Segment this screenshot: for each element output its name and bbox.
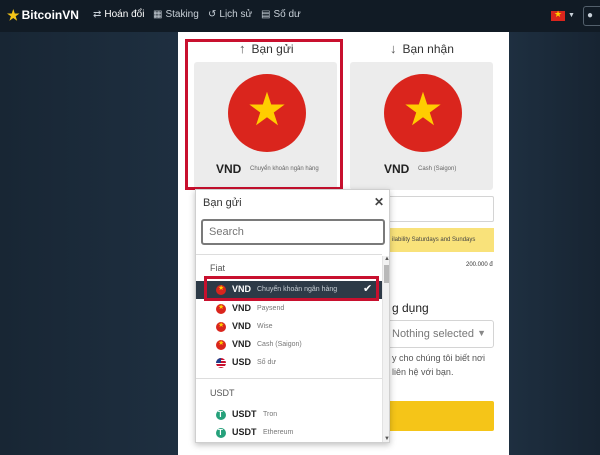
arrow-down-icon: ↓ xyxy=(390,41,397,56)
selected-item-outline xyxy=(204,276,379,301)
nav-balance-label: Số dư xyxy=(273,9,301,20)
logo-text: BitcoinVN xyxy=(21,8,79,22)
chevron-down-icon: ▼ xyxy=(477,328,486,338)
close-icon[interactable]: ✕ xyxy=(374,195,384,209)
contact-select[interactable]: Nothing selected ▼ xyxy=(386,320,494,348)
min-amount: 200.000 đ xyxy=(466,262,493,268)
item-code: VND xyxy=(232,339,252,349)
logo-star-icon: ★ xyxy=(7,7,20,23)
receive-currency-selector[interactable]: ★ VND Cash (Saigon) xyxy=(350,62,493,190)
receive-method: Cash (Saigon) xyxy=(418,166,457,172)
list-item[interactable]: VND Wise xyxy=(196,318,382,336)
top-nav: ★ BitcoinVN ⇄ Hoán đổi ▦ Staking ↺ Lịch … xyxy=(0,0,600,32)
help-text: y cho chúng tôi biết nơi liên hệ với bạn… xyxy=(392,351,502,379)
list-item[interactable]: USDT Tron xyxy=(196,406,382,424)
item-code: USD xyxy=(232,357,252,367)
item-method: Tron xyxy=(263,411,278,418)
user-icon: ● xyxy=(587,10,594,21)
receive-title: Bạn nhận xyxy=(402,41,454,56)
usa-flag-icon xyxy=(216,358,226,368)
divider xyxy=(196,254,382,255)
currency-dropdown: Bạn gửi ✕ Fiat VND Chuyển khoản ngân hàn… xyxy=(195,189,390,443)
vietnam-flag-icon xyxy=(216,321,226,332)
nav-balance[interactable]: ▤ Số dư xyxy=(261,9,301,20)
wallet-icon: ▤ xyxy=(261,9,271,20)
nav-staking-label: Staking xyxy=(165,9,199,20)
chevron-down-icon[interactable]: ▼ xyxy=(568,12,575,19)
nav-swap-label: Hoán đổi xyxy=(104,9,145,20)
receive-currency-code: VND xyxy=(384,162,410,176)
item-code: USDT xyxy=(232,427,257,437)
background-left xyxy=(0,32,178,455)
divider xyxy=(196,378,382,379)
item-method: Cash (Saigon) xyxy=(257,341,302,348)
item-code: VND xyxy=(232,303,252,313)
select-value: Nothing selected xyxy=(392,328,474,340)
item-method: Paysend xyxy=(257,305,285,312)
account-button[interactable]: ● xyxy=(583,6,600,26)
dropdown-title: Bạn gửi xyxy=(203,197,242,209)
item-method: Wise xyxy=(257,323,273,330)
item-method: Số dư xyxy=(257,359,277,366)
background-right xyxy=(509,32,600,455)
nav-history[interactable]: ↺ Lịch sử xyxy=(208,9,252,20)
language-flag-icon[interactable] xyxy=(551,9,565,21)
help-line-2: liên hệ với bạn. xyxy=(392,367,454,377)
swap-icon: ⇄ xyxy=(93,9,102,20)
dropdown-scrollbar[interactable]: ▲ ▼ xyxy=(382,256,389,442)
list-item[interactable]: USDT Ethereum xyxy=(196,424,382,442)
availability-note: ilability Saturdays and Sundays xyxy=(386,228,494,252)
nav-swap[interactable]: ⇄ Hoán đổi xyxy=(93,9,144,20)
nav-history-label: Lịch sử xyxy=(219,9,253,20)
scroll-up-icon[interactable]: ▲ xyxy=(383,256,389,262)
vietnam-flag-icon xyxy=(216,303,226,314)
nav-staking[interactable]: ▦ Staking xyxy=(153,9,199,20)
send-highlight-outline xyxy=(185,39,343,190)
submit-button[interactable] xyxy=(386,401,494,431)
vietnam-flag-icon xyxy=(216,339,226,350)
item-method: Ethereum xyxy=(263,429,294,436)
scroll-thumb[interactable] xyxy=(384,265,389,283)
group-label-fiat: Fiat xyxy=(210,263,226,273)
vietnam-flag-icon: ★ xyxy=(384,74,462,152)
help-line-1: y cho chúng tôi biết nơi xyxy=(392,353,485,363)
item-code: USDT xyxy=(232,409,257,419)
logo[interactable]: ★ BitcoinVN xyxy=(7,8,79,22)
amount-input[interactable] xyxy=(386,196,494,222)
scroll-down-icon[interactable]: ▼ xyxy=(383,436,389,442)
staking-icon: ▦ xyxy=(153,9,163,20)
item-code: VND xyxy=(232,321,252,331)
tether-icon xyxy=(216,428,226,438)
list-item[interactable]: USD Số dư xyxy=(196,354,382,372)
list-item[interactable]: VND Paysend xyxy=(196,300,382,318)
search-input[interactable] xyxy=(201,219,385,245)
tether-icon xyxy=(216,410,226,420)
history-icon: ↺ xyxy=(208,9,217,20)
receive-column-title: ↓ Bạn nhận xyxy=(390,41,454,56)
group-label-usdt: USDT xyxy=(210,388,235,398)
section-label: g dụng xyxy=(392,301,429,315)
list-item[interactable]: VND Cash (Saigon) xyxy=(196,336,382,354)
